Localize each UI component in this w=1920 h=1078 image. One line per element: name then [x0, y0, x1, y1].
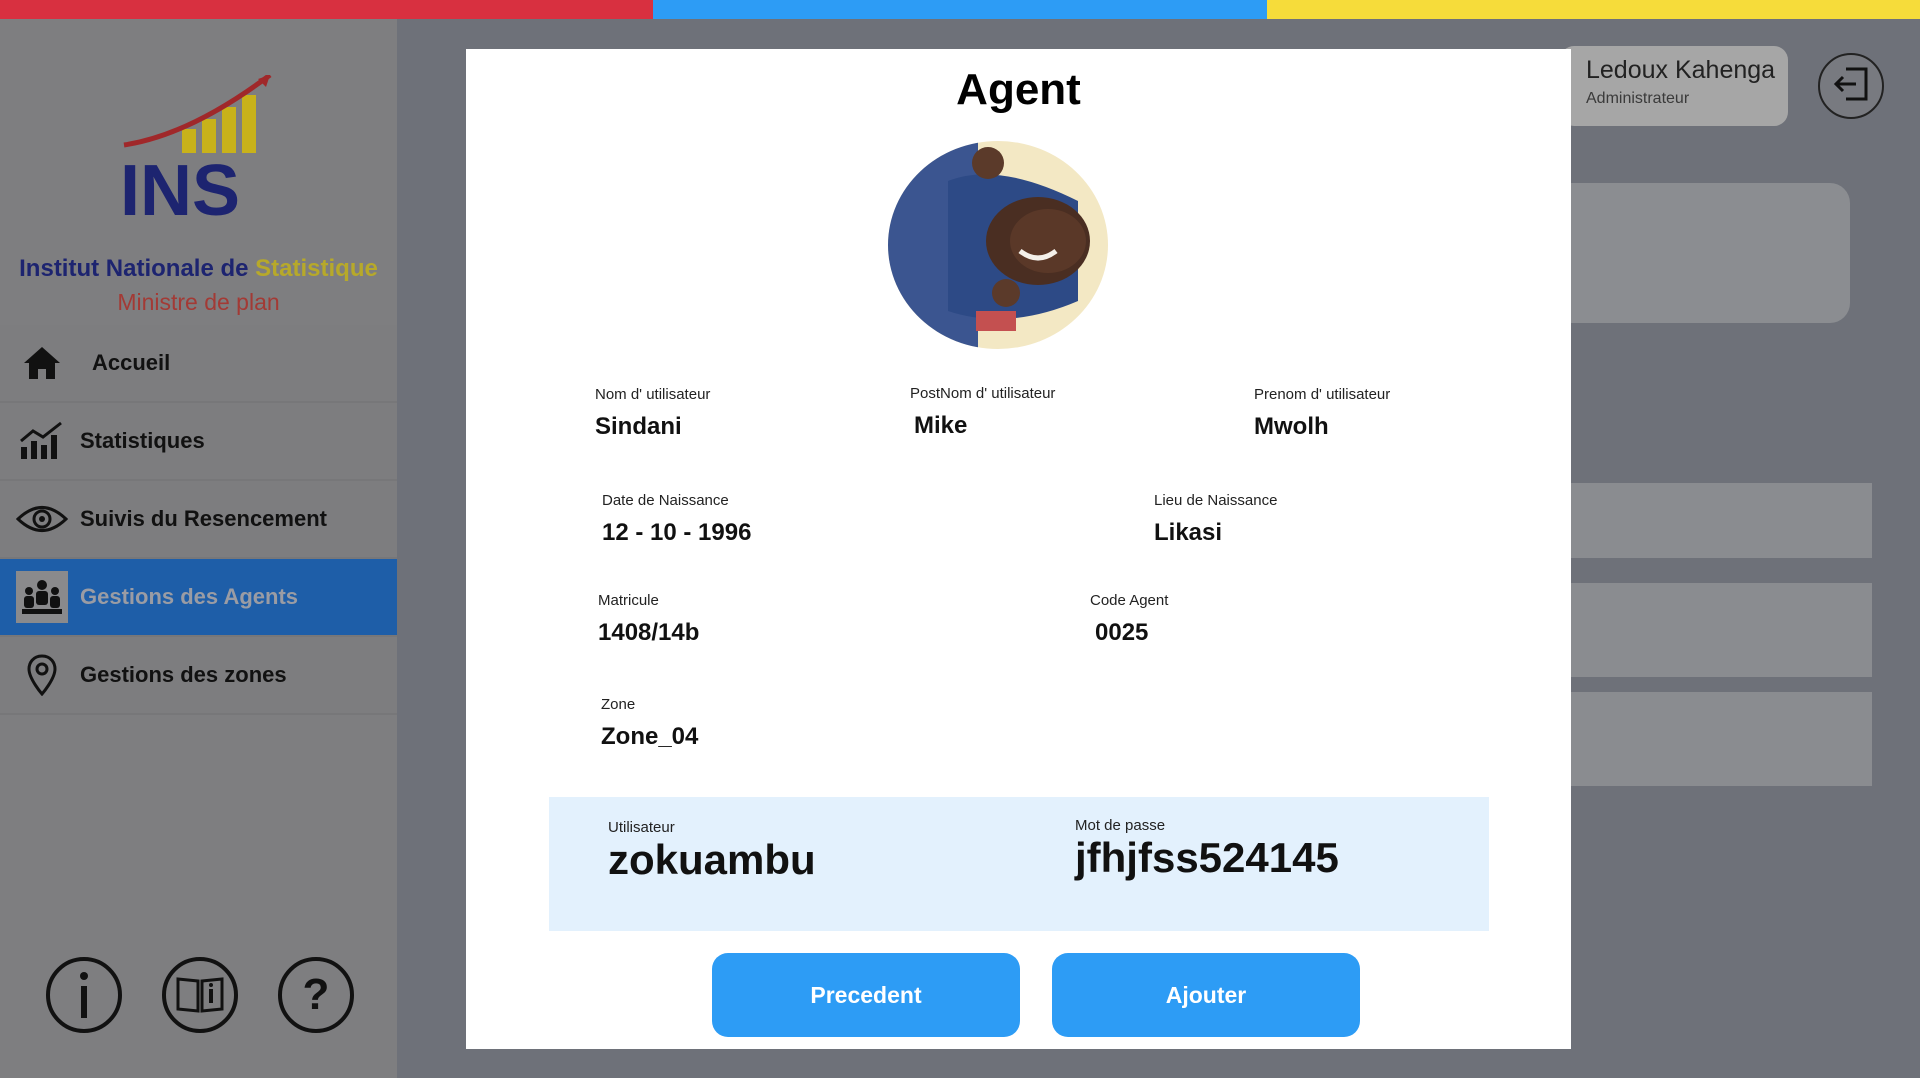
chart-icon: [16, 415, 68, 467]
agent-avatar: [888, 141, 1108, 349]
info-icon[interactable]: [46, 957, 122, 1033]
background-row: [1540, 483, 1872, 558]
top-color-bar: [0, 0, 1920, 19]
username-value: zokuambu: [608, 836, 816, 883]
nom-field: Nom d' utilisateur Sindani: [595, 386, 710, 441]
help-icon[interactable]: ?: [278, 957, 354, 1033]
sidebar-item-label: Gestions des Agents: [80, 584, 299, 609]
sidebar-item-label: Accueil: [92, 350, 171, 375]
sidebar-item-zones[interactable]: Gestions des zones: [0, 637, 397, 715]
sidebar-item-label: Statistiques: [80, 428, 205, 453]
location-pin-icon: [16, 649, 68, 701]
code-agent-field: Code Agent 0025: [1090, 592, 1168, 647]
background-row: [1540, 692, 1872, 786]
code-agent-label: Code Agent: [1090, 592, 1169, 609]
org-name-part1: Institut Nationale de: [19, 255, 256, 282]
postnom-field: PostNom d' utilisateur Mike: [910, 385, 1055, 440]
people-icon: [16, 571, 68, 623]
ajouter-button[interactable]: Ajouter: [1052, 953, 1360, 1037]
password-label: Mot de passe: [1075, 817, 1166, 834]
password-credential: Mot de passe jfhjfss524145: [1075, 817, 1339, 882]
sidebar-item-agents[interactable]: Gestions des Agents: [0, 559, 397, 637]
postnom-label: PostNom d' utilisateur: [910, 385, 1056, 402]
username-credential: Utilisateur zokuambu: [608, 819, 816, 884]
logout-icon: [1832, 65, 1870, 108]
logout-button[interactable]: [1818, 53, 1884, 119]
home-icon: [16, 337, 68, 389]
sidebar: INS Institut Nationale de Statistique Mi…: [0, 19, 397, 1078]
code-agent-value: 0025: [1095, 619, 1149, 646]
ministry-name: Ministre de plan: [117, 289, 280, 315]
color-bar-blue: [653, 0, 1267, 19]
matricule-field: Matricule 1408/14b: [598, 592, 699, 647]
zone-field: Zone Zone_04: [601, 696, 698, 751]
password-value: jfhjfss524145: [1075, 834, 1339, 881]
nom-value: Sindani: [595, 413, 682, 440]
sidebar-nav: Accueil Statistiques Suivis du Resenceme…: [0, 325, 400, 715]
background-panel: [1540, 183, 1850, 323]
zone-label: Zone: [601, 696, 636, 713]
sidebar-item-label: Suivis du Resencement: [80, 506, 327, 531]
agent-modal: Agent Nom d' utilisateur Sindani PostNom…: [466, 49, 1571, 1049]
ins-logo: INS: [120, 72, 280, 231]
sidebar-bottom-icons: ?: [46, 957, 354, 1033]
eye-icon: [16, 493, 68, 545]
matricule-value: 1408/14b: [598, 619, 700, 646]
username-label: Utilisateur: [608, 819, 675, 836]
org-name-part2: Statistique: [255, 255, 378, 282]
credentials-box: Utilisateur zokuambu Mot de passe jfhjfs…: [549, 797, 1489, 931]
dob-value: 12 - 10 - 1996: [602, 519, 752, 546]
organization-name: Institut Nationale de Statistique: [0, 255, 397, 283]
sidebar-item-accueil[interactable]: Accueil: [0, 325, 397, 403]
user-role: Administrateur: [1586, 90, 1690, 107]
matricule-label: Matricule: [598, 592, 659, 609]
color-bar-red: [0, 0, 653, 19]
precedent-button[interactable]: Precedent: [712, 953, 1020, 1037]
prenom-label: Prenom d' utilisateur: [1254, 386, 1391, 403]
color-bar-yellow: [1267, 0, 1920, 19]
modal-title: Agent: [956, 65, 1081, 114]
prenom-value: Mwolh: [1254, 413, 1329, 440]
user-name: Ledoux Kahenga: [1586, 56, 1776, 84]
dob-field: Date de Naissance 12 - 10 - 1996: [602, 492, 751, 547]
sidebar-item-label: Gestions des zones: [80, 662, 287, 687]
sidebar-item-suivis[interactable]: Suivis du Resencement: [0, 481, 397, 559]
book-icon[interactable]: [162, 957, 238, 1033]
background-row: [1540, 583, 1872, 677]
lieu-label: Lieu de Naissance: [1154, 492, 1278, 509]
nom-label: Nom d' utilisateur: [595, 386, 711, 403]
zone-value: Zone_04: [601, 723, 699, 750]
dob-label: Date de Naissance: [602, 492, 729, 509]
lieu-field: Lieu de Naissance Likasi: [1154, 492, 1277, 547]
svg-text:INS: INS: [120, 151, 240, 225]
prenom-field: Prenom d' utilisateur Mwolh: [1254, 386, 1390, 441]
sidebar-item-statistiques[interactable]: Statistiques: [0, 403, 397, 481]
postnom-value: Mike: [914, 412, 968, 439]
lieu-value: Likasi: [1154, 519, 1223, 546]
